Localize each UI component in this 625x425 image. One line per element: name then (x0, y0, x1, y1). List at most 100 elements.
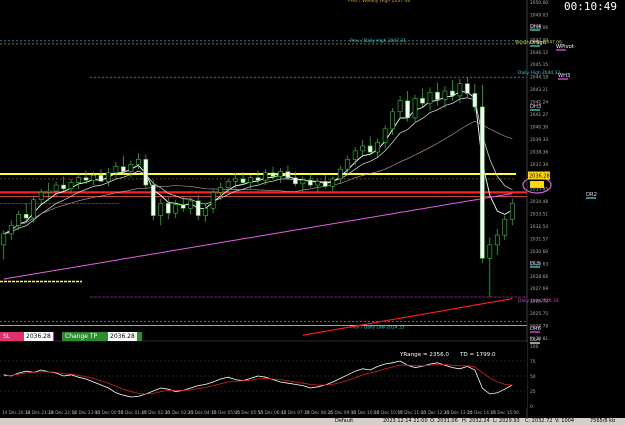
price-chart-pane[interactable]: Prev / Weekly High 2037.06 Prev / Daily H… (0, 0, 597, 344)
price-tick-label: 2024.78 (530, 324, 548, 330)
candle-body-bearish (405, 100, 410, 119)
price-tick-label: 2050.00 (530, 0, 548, 6)
oscillator-pane[interactable]: 100 75 50 25 0 YRange = 2356.0 TD = 1799.0 (0, 342, 539, 410)
pivot-label: WH3 (558, 73, 570, 79)
candle-body-bearish (285, 171, 291, 179)
change-tp-chip[interactable]: Change TP 2036.28 (62, 332, 142, 341)
price-tick-label: 2027.69 (530, 286, 548, 292)
price-level-label: Prev / Daily High 2047.31 (350, 38, 406, 44)
candle-body-bullish (345, 159, 351, 170)
price-tick-label: 2028.66 (530, 274, 548, 280)
candle-body-bullish (263, 172, 268, 181)
candle-body-bearish (195, 200, 201, 216)
candle-body-bearish (61, 184, 66, 190)
oscillator-tick-label: 50 (530, 374, 536, 380)
candle-body-bullish (188, 200, 194, 209)
candle-body-bearish (307, 179, 313, 186)
candle-body-bullish (16, 214, 22, 226)
candle-body-bearish (121, 166, 126, 172)
candle-body-bullish (494, 234, 500, 246)
price-tick-label: 2041.27 (530, 112, 548, 118)
candle-body-bullish (442, 90, 448, 100)
oscillator-tick-label: 100 (530, 344, 539, 350)
candle-body-bullish (31, 199, 37, 219)
candle-body-bullish (233, 178, 238, 182)
candle-body-bullish (248, 177, 253, 183)
status-bar: Default 2023.12.14 21:00 O: 2031.06 H: 2… (0, 418, 625, 425)
price-tick-label: 2031.57 (530, 236, 548, 242)
candle-body-bullish (509, 203, 515, 220)
status-volume: V: 1004 (555, 418, 575, 424)
candle-body-bullish (128, 163, 134, 172)
status-profile: Default (335, 418, 354, 424)
current-price-label: 2036.28 (529, 174, 550, 180)
candle-body-bearish (293, 177, 298, 185)
stop-loss-price: 2036.28 (24, 332, 53, 341)
price-tick-label: 2045.15 (530, 62, 548, 68)
candle-body-bearish (435, 91, 440, 100)
candle-body-bullish (106, 172, 111, 182)
pivot-label: WPivot (556, 44, 574, 50)
candle-body-bullish (300, 179, 306, 185)
price-tick-label: 2044.18 (530, 75, 548, 81)
status-open: O: 2031.06 (430, 418, 458, 424)
candle-body-bearish (479, 106, 485, 259)
price-tick-label: 2038.36 (530, 149, 548, 155)
candle (143, 154, 149, 189)
price-tick-label: 2040.30 (530, 124, 548, 130)
candle-body-bullish (397, 100, 403, 113)
price-tick-label: 2043.21 (530, 87, 548, 93)
candle-body-bullish (76, 177, 81, 183)
candle-body-bearish (367, 145, 373, 153)
candle-body-bullish (1, 233, 7, 246)
price-tick-label: 2032.54 (530, 224, 548, 230)
candle-body-bearish (83, 177, 89, 181)
trading-chart-window[interactable]: Prev / Weekly High 2037.06 Prev / Daily H… (0, 0, 625, 425)
candle-body-bearish (150, 184, 156, 216)
candle-body-bearish (255, 177, 261, 181)
oscillator-tick-label: 75 (530, 359, 536, 365)
candle-body-bearish (240, 178, 246, 183)
status-datetime: 2023.12.14 21:00 (383, 418, 428, 424)
status-low: L: 2029.93 (493, 418, 520, 424)
price-tick-label: 2047.09 (530, 37, 548, 43)
status-high: H: 2032.24 (462, 418, 490, 424)
oscillator-tick-label: 25 (530, 389, 536, 395)
status-traffic: 7565/6 kb (590, 418, 616, 424)
candle (479, 84, 485, 264)
candle-body-bearish (322, 181, 328, 187)
price-tick-label: 2035.45 (530, 187, 548, 193)
candle-body-bullish (390, 111, 395, 130)
weekly-high-header-label: Prev / Weekly High 2037.06 (348, 0, 410, 4)
price-tick-label: 2046.12 (530, 50, 548, 56)
price-tick-label: 2048.06 (530, 25, 548, 31)
candle-body-bullish (225, 181, 231, 188)
candle-body-bullish (337, 168, 343, 180)
candle-body-bearish (465, 83, 470, 94)
candle-body-bullish (8, 225, 14, 235)
candle-body-bullish (315, 181, 321, 186)
price-tick-label: 2042.24 (530, 100, 548, 106)
candle-body-bullish (113, 166, 119, 174)
time-axis: 14 Dec 20:3014 Dec 21:2014 Dec 22:1014 D… (2, 410, 519, 415)
candle-body-bullish (360, 145, 366, 152)
candle-body-bullish (457, 83, 463, 97)
price-tick-label: 2037.39 (530, 162, 548, 168)
price-tick-label: 2029.63 (530, 261, 548, 267)
candle-body-bullish (68, 182, 74, 190)
candle-body-bullish (330, 178, 336, 187)
oscillator-range-label: YRange = 2356.0 (399, 352, 449, 358)
candle-body-bullish (135, 159, 141, 165)
price-tick-label: 2033.51 (530, 212, 548, 218)
candle-body-bullish (382, 128, 388, 143)
stop-loss-chip[interactable]: SL 2036.28 (0, 332, 54, 341)
price-tick-label: 2025.75 (530, 311, 548, 317)
change-tp-price: 2036.28 (108, 332, 137, 341)
candle-body-bullish (352, 150, 358, 160)
candle-body-bearish (143, 159, 149, 186)
price-tick-label: 2023.81 (530, 336, 548, 342)
price-tick-label: 2030.60 (530, 249, 548, 255)
time-tick-label: 15 Dec 15:00 (491, 410, 519, 415)
pivot-label: DR2 (586, 192, 597, 198)
candle-body-bearish (420, 98, 425, 104)
